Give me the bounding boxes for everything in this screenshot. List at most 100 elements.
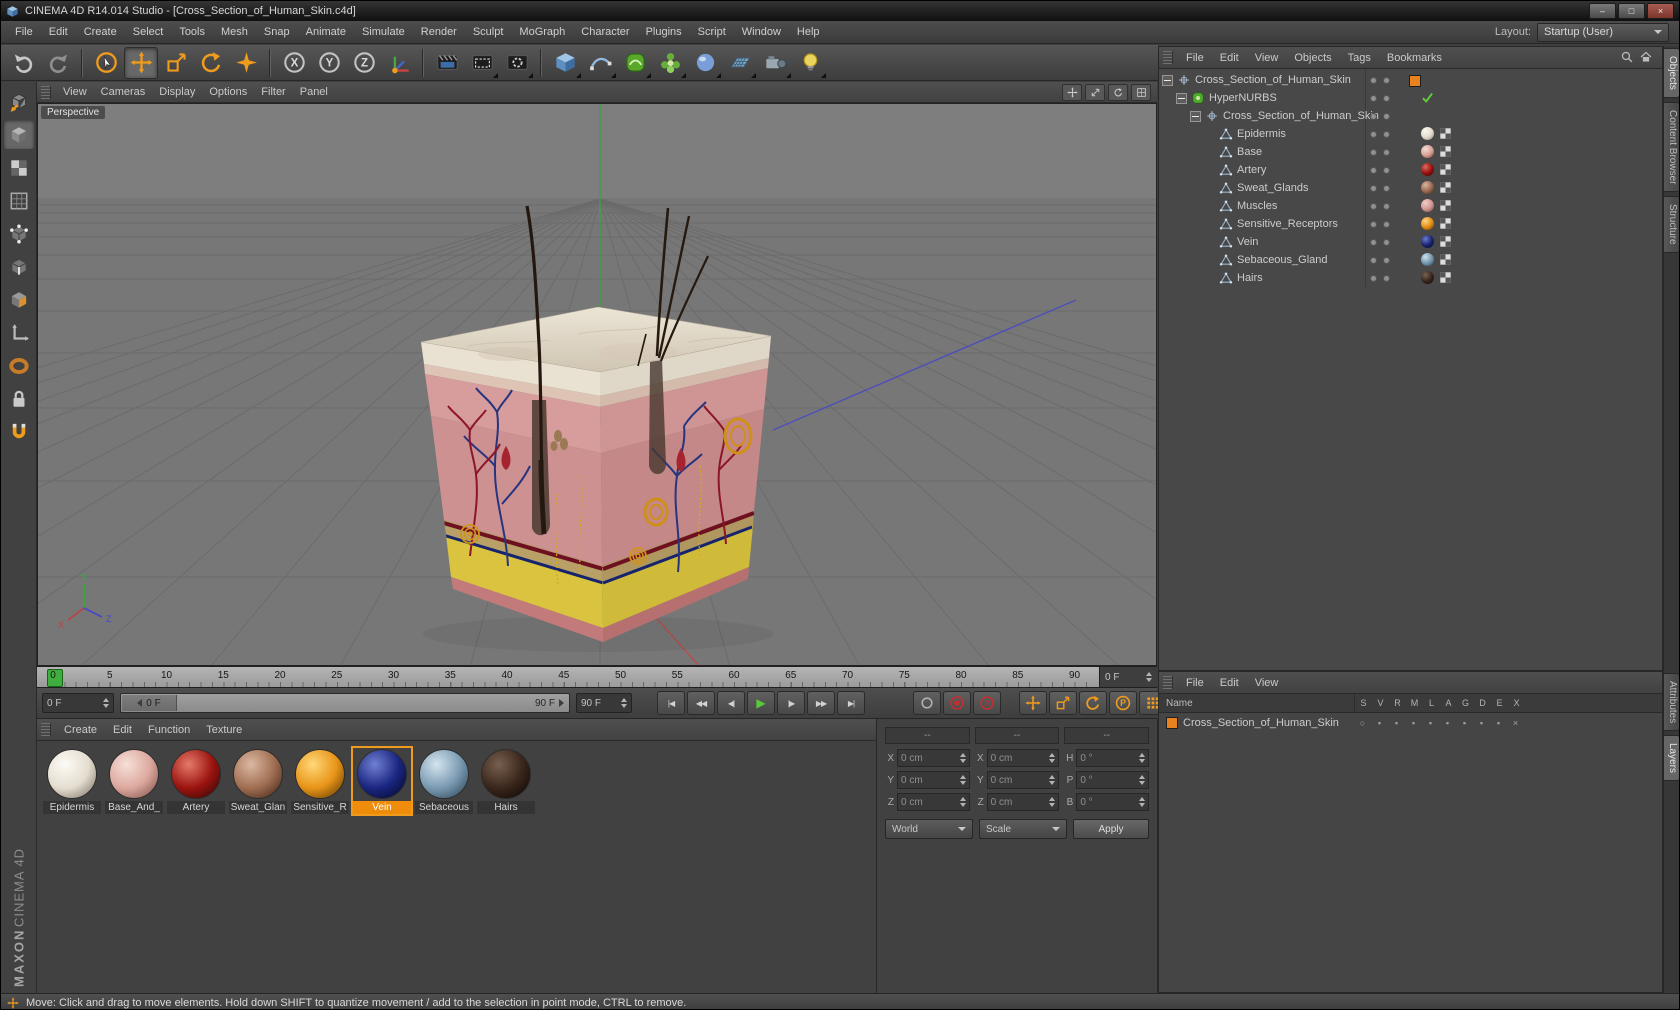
expander-icon[interactable] xyxy=(1190,111,1201,122)
texture-tag-icon[interactable] xyxy=(1439,217,1452,230)
material-thumbnail[interactable] xyxy=(1421,271,1434,284)
make-editable-button[interactable] xyxy=(4,87,34,116)
enable-axis-button[interactable] xyxy=(4,318,34,347)
record-scale-toggle[interactable] xyxy=(1049,691,1077,715)
layer-toggle-g[interactable]: ▪ xyxy=(1456,718,1473,728)
stepper[interactable] xyxy=(1146,672,1152,682)
texture-tag-icon[interactable] xyxy=(1439,163,1452,176)
viewport-menu-panel[interactable]: Panel xyxy=(293,84,335,100)
layer-toggle-e[interactable]: ▪ xyxy=(1490,718,1507,728)
menu-mesh[interactable]: Mesh xyxy=(213,23,256,41)
add-primitive-menu[interactable] xyxy=(548,47,582,79)
maximize-button[interactable]: □ xyxy=(1618,3,1645,19)
menu-tools[interactable]: Tools xyxy=(171,23,213,41)
layer-toggle-a[interactable]: ▪ xyxy=(1439,718,1456,728)
expander-icon[interactable] xyxy=(1162,75,1173,86)
object-row-1-hypernurbs[interactable]: HyperNURBS xyxy=(1159,89,1662,107)
visibility-dots[interactable] xyxy=(1370,257,1390,264)
coordinate-field-h[interactable]: 0 ° xyxy=(1076,749,1149,767)
coordinate-header-0[interactable]: -- xyxy=(885,727,970,744)
scale-mode-select[interactable]: Scale xyxy=(979,819,1067,839)
apply-button[interactable]: Apply xyxy=(1073,819,1149,839)
menu-edit[interactable]: Edit xyxy=(41,23,76,41)
panel-drag-handle[interactable] xyxy=(41,86,51,99)
object-row-9-vein[interactable]: Vein xyxy=(1159,233,1662,251)
add-environment-menu[interactable] xyxy=(688,47,722,79)
stepper[interactable] xyxy=(103,698,109,708)
expander-icon[interactable] xyxy=(1176,93,1187,104)
add-spline-menu[interactable] xyxy=(583,47,617,79)
workplane-mode-button[interactable] xyxy=(4,186,34,215)
points-mode-button[interactable] xyxy=(4,219,34,248)
texture-tag-icon[interactable] xyxy=(1439,199,1452,212)
current-frame-field[interactable]: 0 F xyxy=(42,693,114,713)
layer-toggle-m[interactable]: ▪ xyxy=(1405,718,1422,728)
side-tab-attributes[interactable]: Attributes xyxy=(1664,673,1680,731)
material-thumbnail[interactable] xyxy=(1421,127,1434,140)
undo-icon[interactable] xyxy=(6,47,40,79)
layer-chip[interactable] xyxy=(1409,75,1421,87)
stepper[interactable] xyxy=(1049,797,1055,807)
layer-color-chip[interactable] xyxy=(1166,717,1178,729)
redo-icon[interactable] xyxy=(41,47,75,79)
side-tab-structure[interactable]: Structure xyxy=(1664,196,1680,253)
side-tab-objects[interactable]: Objects xyxy=(1664,48,1680,98)
live-selection-tool[interactable] xyxy=(89,47,123,79)
add-floor-menu[interactable] xyxy=(723,47,757,79)
coordinate-field-z[interactable]: 0 cm xyxy=(897,793,970,811)
visibility-dots[interactable] xyxy=(1370,131,1390,138)
previous-key-button[interactable]: ◀◀ xyxy=(687,691,715,715)
stepper[interactable] xyxy=(1139,797,1145,807)
visibility-dots[interactable] xyxy=(1370,77,1390,84)
menu-window[interactable]: Window xyxy=(734,23,789,41)
visibility-dots[interactable] xyxy=(1370,239,1390,246)
menu-sculpt[interactable]: Sculpt xyxy=(465,23,512,41)
panel-drag-handle[interactable] xyxy=(41,723,51,736)
edges-mode-button[interactable] xyxy=(4,252,34,281)
add-deformer-menu[interactable] xyxy=(653,47,687,79)
object-row-0-cross_section_of_human_skin[interactable]: Cross_Section_of_Human_Skin xyxy=(1159,71,1662,89)
object-row-2-cross_section_of_human_skin[interactable]: Cross_Section_of_Human_Skin xyxy=(1159,107,1662,125)
object-row-10-sebaceous_gland[interactable]: Sebaceous_Gland xyxy=(1159,251,1662,269)
coordinate-system-toggle[interactable] xyxy=(382,47,416,79)
viewport-menu-display[interactable]: Display xyxy=(152,84,202,100)
render-view-button[interactable] xyxy=(430,47,464,79)
autokeying-button[interactable] xyxy=(943,691,971,715)
visibility-dots[interactable] xyxy=(1370,275,1390,282)
object-manager-menu-tags[interactable]: Tags xyxy=(1340,50,1379,66)
lock-x-axis-button[interactable]: X xyxy=(277,47,311,79)
frame-field[interactable]: 0 F xyxy=(1099,667,1157,687)
coordinate-field-y[interactable]: 0 cm xyxy=(897,771,970,789)
layer-menu-edit[interactable]: Edit xyxy=(1212,675,1247,691)
side-tab-layers[interactable]: Layers xyxy=(1664,735,1680,781)
viewport-menu-cameras[interactable]: Cameras xyxy=(94,84,153,100)
material-thumbnail[interactable] xyxy=(1421,199,1434,212)
visibility-dots[interactable] xyxy=(1370,185,1390,192)
stepper[interactable] xyxy=(1049,775,1055,785)
snap-settings-button[interactable] xyxy=(4,417,34,446)
viewport-menu-view[interactable]: View xyxy=(56,84,94,100)
object-row-8-sensitive_receptors[interactable]: Sensitive_Receptors xyxy=(1159,215,1662,233)
lock-y-axis-button[interactable]: Y xyxy=(312,47,346,79)
visibility-dots[interactable] xyxy=(1370,95,1390,102)
next-key-button[interactable]: ▶▶ xyxy=(807,691,835,715)
material-menu-create[interactable]: Create xyxy=(56,722,105,738)
polygons-mode-button[interactable] xyxy=(4,285,34,314)
layer-row[interactable]: Cross_Section_of_Human_Skin○▪▪▪▪▪▪▪▪× xyxy=(1159,713,1662,732)
stepper[interactable] xyxy=(621,698,627,708)
enabled-check-icon[interactable] xyxy=(1421,91,1434,104)
menu-snap[interactable]: Snap xyxy=(256,23,298,41)
coordinate-header-2[interactable]: -- xyxy=(1064,727,1149,744)
material-vein[interactable]: Vein xyxy=(353,748,411,814)
lock-z-axis-button[interactable]: Z xyxy=(347,47,381,79)
last-used-tool[interactable] xyxy=(229,47,263,79)
layer-toggle-s[interactable]: ○ xyxy=(1354,718,1371,728)
material-thumbnail[interactable] xyxy=(1421,163,1434,176)
coordinate-field-y[interactable]: 0 cm xyxy=(987,771,1060,789)
material-thumbnail[interactable] xyxy=(1421,145,1434,158)
end-frame-field[interactable]: 90 F xyxy=(576,693,632,713)
panel-drag-handle[interactable] xyxy=(1163,676,1173,689)
viewport-menu-filter[interactable]: Filter xyxy=(254,84,292,100)
previous-frame-button[interactable]: ◀| xyxy=(717,691,745,715)
texture-tag-icon[interactable] xyxy=(1439,127,1452,140)
